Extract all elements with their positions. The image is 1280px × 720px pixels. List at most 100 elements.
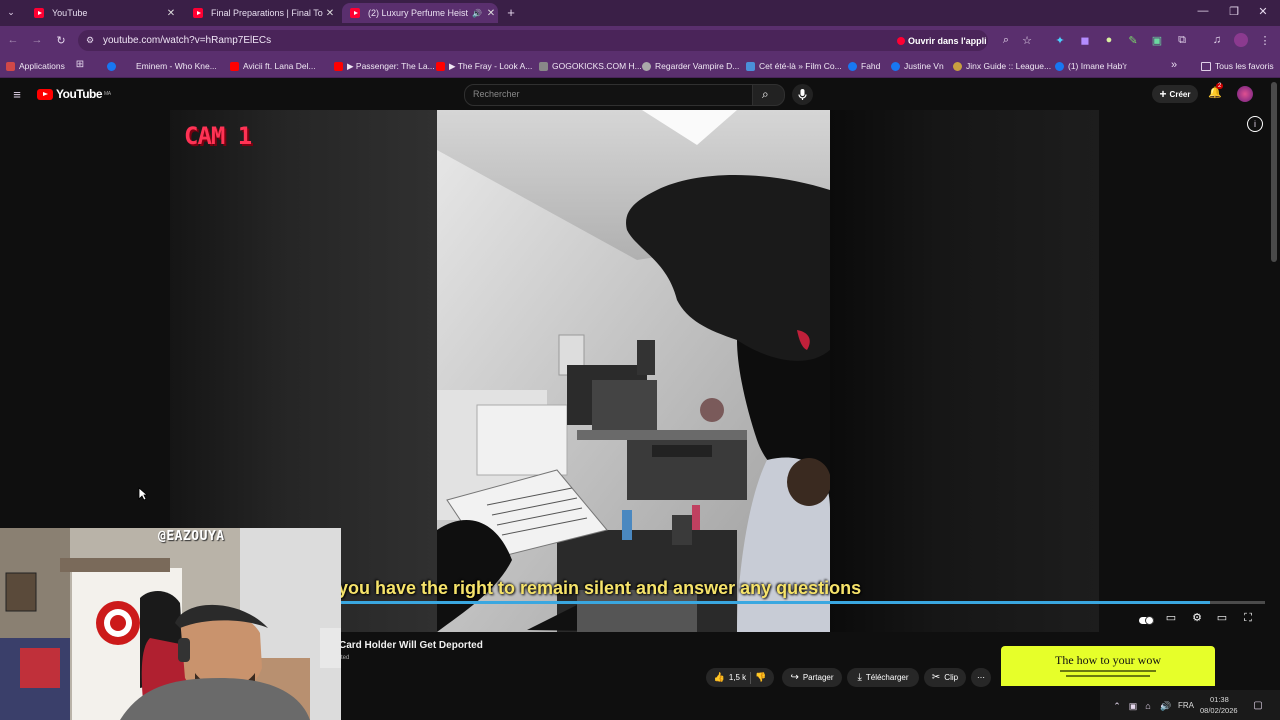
youtube-play-logo-icon: [37, 88, 53, 100]
minimize-window-icon[interactable]: —: [1196, 5, 1210, 17]
clock-date[interactable]: 08/02/2026: [1200, 706, 1238, 715]
bookmark-label: Cet été-là » Film Co...: [759, 61, 842, 71]
bookmark-label: Justine Vn: [904, 61, 944, 71]
bookmark-cet-ete-la[interactable]: Cet été-là » Film Co...: [746, 59, 842, 73]
hamburger-menu-icon[interactable]: ≡: [10, 87, 24, 102]
theater-mode-icon[interactable]: ▭: [1215, 611, 1229, 625]
tab-youtube[interactable]: YouTube ✕: [26, 3, 178, 23]
account-avatar[interactable]: [1237, 86, 1253, 102]
bookmark-label: GOGOKICKS.COM H...: [552, 61, 642, 71]
bookmark-star-icon[interactable]: ☆: [1020, 34, 1034, 47]
forward-icon[interactable]: →: [30, 34, 44, 46]
video-info-icon[interactable]: i: [1247, 116, 1263, 132]
settings-gear-icon[interactable]: ⚙: [1190, 611, 1204, 625]
video-scene-image: [437, 110, 830, 632]
bookmark-the-fray[interactable]: ▶ The Fray - Look A...: [436, 59, 532, 73]
autoplay-toggle[interactable]: [1138, 611, 1154, 625]
open-in-app-button[interactable]: Ouvrir dans l'appli: [897, 34, 987, 48]
input-language[interactable]: FRA: [1178, 701, 1194, 710]
create-button[interactable]: + Créer: [1152, 85, 1198, 103]
youtube-logo[interactable]: YouTube MA: [37, 87, 111, 101]
profile-avatar-icon[interactable]: [1234, 33, 1248, 47]
ad-subtext-lines: [1066, 675, 1150, 677]
back-icon[interactable]: ←: [6, 34, 20, 46]
video-frame[interactable]: [437, 110, 830, 632]
clock-time[interactable]: 01:38: [1210, 695, 1229, 704]
clip-button[interactable]: ✂ Clip: [924, 668, 966, 687]
close-tab-icon[interactable]: ✕: [164, 8, 178, 19]
extension-icon[interactable]: ●: [1102, 34, 1116, 46]
speaker-icon[interactable]: 🔊: [470, 9, 484, 18]
restore-window-icon[interactable]: ❐: [1227, 5, 1241, 18]
all-bookmarks-button[interactable]: Tous les favoris: [1201, 59, 1274, 73]
extension-icon[interactable]: ✎: [1126, 34, 1140, 47]
close-tab-icon[interactable]: ✕: [323, 8, 337, 19]
extension-icon[interactable]: ◼: [1078, 34, 1092, 47]
close-window-icon[interactable]: ✕: [1256, 5, 1270, 18]
youtube-icon: [436, 61, 445, 71]
bookmark-label: Applications: [19, 61, 65, 71]
download-label: Télécharger: [865, 673, 909, 682]
like-button[interactable]: 👍 1,5 k: [714, 672, 747, 683]
bookmark-justine[interactable]: Justine Vn: [891, 59, 944, 73]
bookmark-avicii[interactable]: Avicii ft. Lana Del...: [230, 59, 316, 73]
extensions-puzzle-icon[interactable]: ⧉: [1175, 34, 1189, 47]
bookmark-passenger[interactable]: ▶ Passenger: The La...: [334, 59, 435, 73]
more-bookmarks-chevron-icon[interactable]: »: [1168, 59, 1180, 71]
bookmark-applications[interactable]: Applications: [6, 59, 65, 73]
bookmark-vampire[interactable]: Regarder Vampire D...: [642, 59, 739, 73]
notifications-button[interactable]: 🔔 2: [1207, 83, 1224, 102]
bookmark-label: Eminem - Who Kne...: [136, 61, 217, 71]
like-count: 1,5 k: [728, 673, 747, 682]
folder-icon: [1201, 61, 1211, 71]
share-button[interactable]: ↪ Partager: [782, 668, 842, 687]
notifications-center-icon[interactable]: ▢: [1252, 700, 1264, 711]
plus-icon: +: [1159, 87, 1167, 101]
fullscreen-icon[interactable]: ⛶: [1241, 611, 1255, 625]
globe-icon: [642, 61, 651, 71]
browser-menu-icon[interactable]: ⋮: [1258, 34, 1272, 47]
bookmark-gogokicks[interactable]: GOGOKICKS.COM H...: [539, 59, 642, 73]
tab-luxury-perfume-heist[interactable]: (2) Luxury Perfume Heist at 🔊 ✕: [342, 3, 498, 23]
page-scrollbar[interactable]: [1271, 82, 1277, 262]
tray-chevron-icon[interactable]: ⌃: [1111, 701, 1123, 712]
url-text[interactable]: youtube.com/watch?v=hRamp7ElECs: [103, 35, 271, 46]
extension-icon[interactable]: ✦: [1053, 34, 1067, 47]
extension-icon[interactable]: ▣: [1150, 34, 1164, 47]
tab-final-preparations[interactable]: Final Preparations | Final Touch ✕: [185, 3, 337, 23]
tab-title: YouTube: [52, 8, 88, 18]
bookmark-imane[interactable]: (1) Imane Hab'r: [1055, 59, 1127, 73]
bookmark-jinx-guide[interactable]: Jinx Guide :: League...: [953, 59, 1051, 73]
all-bookmarks-label: Tous les favoris: [1215, 61, 1274, 71]
facebook-icon: [848, 61, 857, 71]
tab-title: Final Preparations | Final Touch: [211, 8, 323, 18]
thumbs-down-icon: 👎: [755, 672, 767, 682]
cam-label: CAM 1: [184, 122, 252, 150]
bookmark-label: ▶ The Fray - Look A...: [449, 60, 533, 71]
bookmark-eminem[interactable]: Eminem - Who Kne...: [107, 59, 217, 73]
subtitles-icon[interactable]: ▭: [1164, 611, 1178, 625]
like-dislike-group: 👍 1,5 k 👎: [706, 668, 774, 687]
close-tab-icon[interactable]: ✕: [484, 8, 498, 19]
dislike-button[interactable]: 👎: [755, 672, 766, 683]
tray-app-icon[interactable]: ▣: [1127, 701, 1139, 712]
volume-icon[interactable]: 🔊: [1160, 701, 1172, 712]
apps-grid-icon[interactable]: ⊞: [74, 59, 86, 70]
search-button[interactable]: ⌕: [752, 84, 785, 106]
bookmark-fahd[interactable]: Fahd: [848, 59, 880, 73]
site-info-icon[interactable]: ⚙: [84, 35, 96, 46]
download-button[interactable]: ⤓ Télécharger: [847, 668, 919, 687]
streamer-handle: @EAZOUYA: [158, 529, 225, 544]
new-tab-icon[interactable]: +: [504, 5, 518, 20]
reload-icon[interactable]: ↻: [54, 34, 68, 47]
ad-subtext-lines: [1060, 670, 1156, 672]
apps-grid-icon: [6, 61, 15, 71]
zoom-icon[interactable]: ⌕: [999, 34, 1013, 47]
voice-search-button[interactable]: [792, 84, 813, 105]
youtube-favicon-icon: [34, 8, 44, 18]
media-control-icon[interactable]: ♫: [1210, 34, 1224, 46]
progress-bar-fill: [341, 601, 1210, 604]
network-icon[interactable]: ⌂: [1142, 701, 1154, 711]
tab-search-icon[interactable]: ⌄: [4, 7, 18, 18]
more-actions-button[interactable]: ⋯: [971, 668, 991, 687]
